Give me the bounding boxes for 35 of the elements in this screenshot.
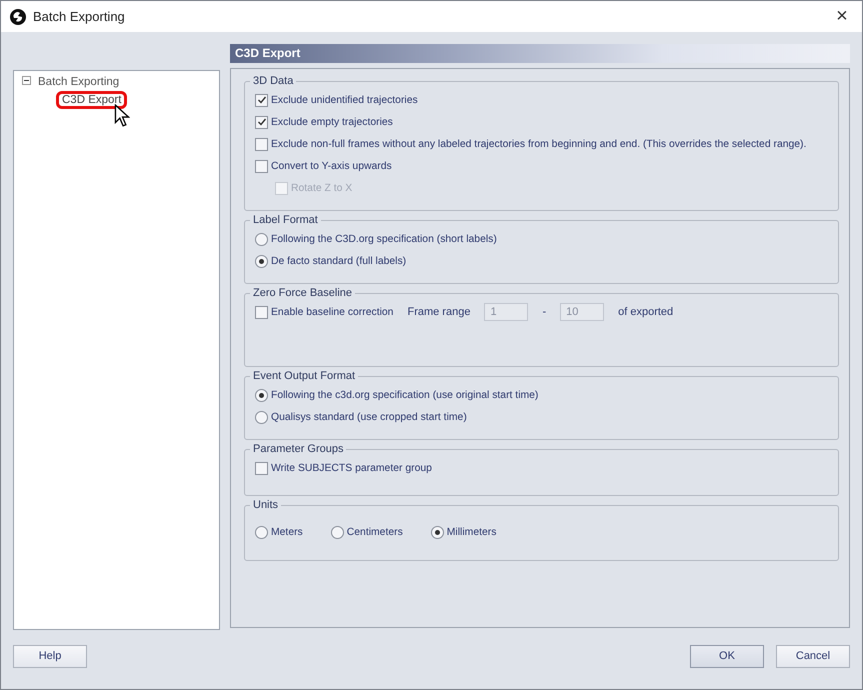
checkbox[interactable]: Write SUBJECTS parameter group bbox=[255, 462, 432, 474]
group-title: 3D Data bbox=[252, 75, 294, 87]
checkbox[interactable]: Enable baseline correction bbox=[255, 306, 394, 318]
checkbox[interactable]: Exclude empty trajectories bbox=[255, 116, 393, 128]
radio-button[interactable]: De facto standard (full labels) bbox=[255, 254, 406, 268]
app-logo-icon bbox=[10, 8, 26, 24]
tree-item[interactable]: C3D Export bbox=[56, 91, 128, 109]
check-icon bbox=[256, 117, 266, 127]
field-label: Frame range bbox=[407, 306, 470, 318]
checkbox[interactable]: Exclude unidentified trajectories bbox=[255, 94, 418, 106]
group-title: Event Output Format bbox=[252, 370, 356, 382]
tree-item[interactable]: Batch Exporting bbox=[35, 75, 122, 89]
checkbox[interactable]: Exclude non-full frames without any labeled trajectories from beginning and end. (This overrides the selected range). bbox=[255, 138, 806, 150]
help-button[interactable]: Help bbox=[13, 644, 87, 668]
field-label: - bbox=[542, 306, 546, 318]
group-title: Zero Force Baseline bbox=[252, 287, 354, 299]
group-title: Units bbox=[252, 499, 280, 511]
radio-button[interactable]: Millimeters bbox=[430, 526, 496, 538]
mouse-pointer-icon bbox=[114, 104, 130, 128]
dialog-button[interactable]: Cancel bbox=[776, 644, 850, 668]
collapse-icon[interactable] bbox=[22, 76, 31, 88]
radio-button[interactable]: Centimeters bbox=[330, 526, 403, 538]
group-title: Parameter Groups bbox=[252, 443, 344, 455]
group-title: Label Format bbox=[252, 214, 319, 226]
radio-button[interactable]: Following the C3D.org specification (short labels) bbox=[255, 232, 497, 246]
checkbox[interactable]: Convert to Y-axis upwards bbox=[255, 160, 392, 172]
window-title: Batch Exporting bbox=[33, 9, 126, 24]
radio-button[interactable]: Qualisys standard (use cropped start time) bbox=[255, 410, 467, 424]
dialog-button[interactable]: OK bbox=[690, 644, 764, 668]
panel-header: C3D Export bbox=[230, 44, 850, 63]
close-button[interactable]: × bbox=[822, 5, 862, 28]
check-icon bbox=[256, 95, 266, 105]
radio-button[interactable]: Meters bbox=[255, 526, 303, 538]
field-label: of exported bbox=[618, 306, 674, 318]
radio-button[interactable]: Following the c3d.org specification (use original start time) bbox=[255, 388, 538, 402]
